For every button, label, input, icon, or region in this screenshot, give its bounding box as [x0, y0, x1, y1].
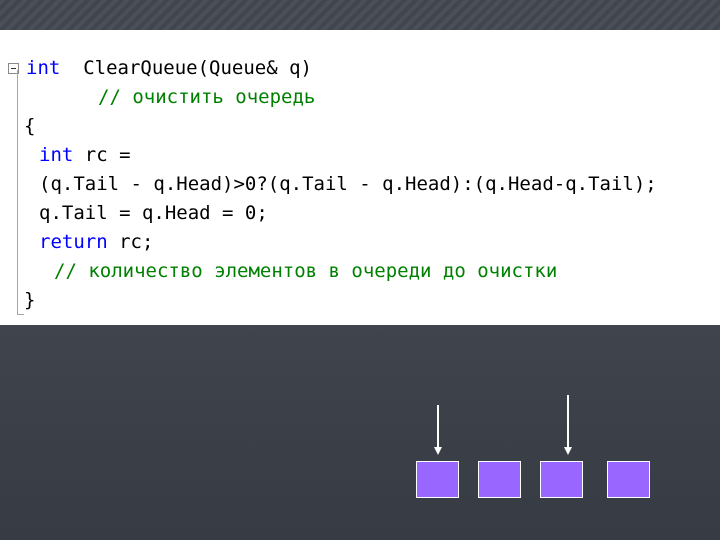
- tail-pointer-arrow: [567, 395, 569, 449]
- outline-gutter-line: [17, 70, 18, 315]
- code-panel: int ClearQueue(Queue& q) // очистить оче…: [0, 30, 720, 325]
- queue-cell-2: [478, 461, 521, 498]
- queue-cell-1: [416, 461, 459, 498]
- code-line-signature: int ClearQueue(Queue& q): [26, 55, 312, 81]
- head-pointer-arrowhead: [434, 447, 442, 455]
- comment-element-count: // количество элементов в очереди до очи…: [54, 260, 558, 282]
- code-line-comment-count: // количество элементов в очереди до очи…: [54, 258, 557, 284]
- keyword-return: return: [39, 231, 108, 253]
- code-line-return: return rc;: [39, 229, 153, 255]
- code-line-ternary: (q.Tail - q.Head)>0?(q.Tail - q.Head):(q…: [39, 171, 657, 197]
- rc-declaration: rc =: [73, 144, 131, 166]
- queue-cell-4: [607, 461, 650, 498]
- code-line-comment-clear: // очистить очередь: [98, 84, 315, 110]
- code-line-reset: q.Tail = q.Head = 0;: [39, 200, 268, 226]
- background-top-stripes: [0, 0, 720, 30]
- tail-pointer-arrowhead: [564, 447, 572, 455]
- keyword-int: int: [26, 57, 61, 79]
- keyword-int-rc: int: [39, 144, 74, 166]
- comment-clear-queue: // очистить очередь: [98, 86, 316, 108]
- return-value: rc;: [107, 231, 154, 253]
- reset-assignment: q.Tail = q.Head = 0;: [39, 202, 268, 224]
- queue-cell-3: [540, 461, 583, 498]
- function-signature: ClearQueue(Queue& q): [60, 57, 312, 79]
- code-line-rc-decl: int rc =: [39, 142, 131, 168]
- open-brace: {: [24, 115, 36, 137]
- code-line-close-brace: }: [24, 287, 35, 313]
- close-brace: }: [24, 289, 36, 311]
- background-decor: [0, 325, 720, 540]
- head-pointer-arrow: [437, 405, 439, 449]
- code-line-open-brace: {: [24, 113, 35, 139]
- outline-end-tick: [17, 314, 24, 315]
- ternary-expression: (q.Tail - q.Head)>0?(q.Tail - q.Head):(q…: [39, 173, 657, 195]
